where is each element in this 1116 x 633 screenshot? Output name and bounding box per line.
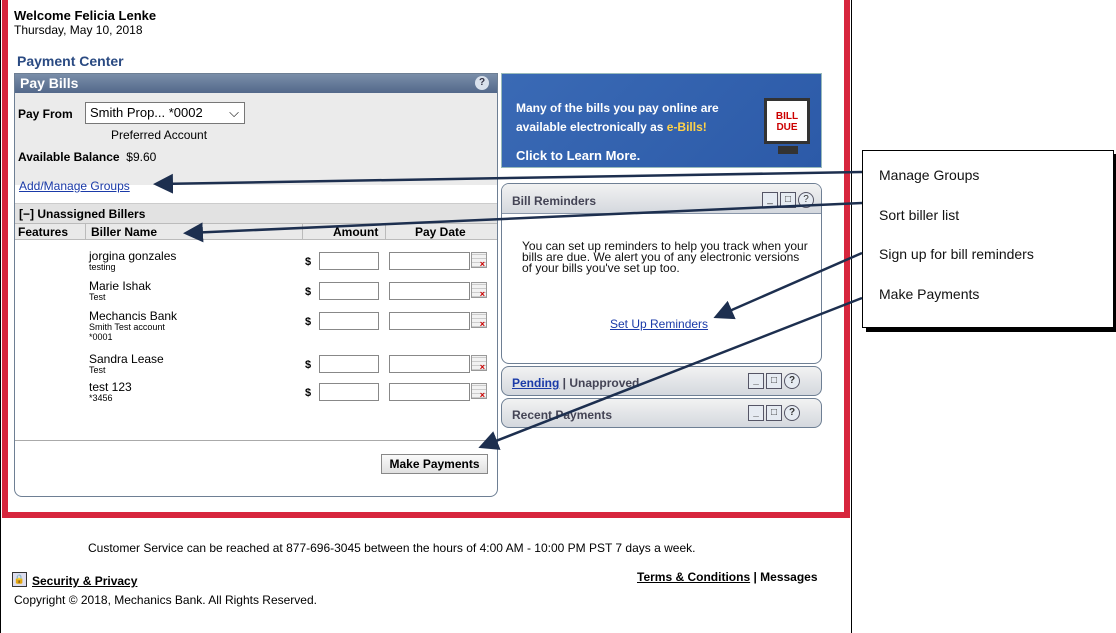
- pending-separator: |: [559, 376, 570, 390]
- divider: [15, 440, 497, 441]
- available-balance: Available Balance $9.60: [18, 150, 156, 164]
- unapproved-tab[interactable]: Unapproved: [569, 376, 639, 390]
- available-balance-label: Available Balance: [18, 150, 120, 164]
- preferred-account-label: Preferred Account: [111, 128, 208, 142]
- ebill-line2: available electronically as: [516, 120, 667, 134]
- lock-icon: 🔒: [12, 572, 27, 587]
- col-pay-date[interactable]: Pay Date: [415, 225, 466, 239]
- table-row: Mechancis Bank Smith Test account *0001 …: [15, 310, 497, 354]
- pay-date-input[interactable]: [389, 282, 470, 300]
- pay-from-value: Smith Prop... *0002: [90, 105, 203, 120]
- calendar-icon[interactable]: [471, 312, 487, 329]
- calendar-icon[interactable]: [471, 355, 487, 372]
- annotation-sort-biller: Sort biller list: [879, 207, 960, 223]
- biller-table-header: Features Biller Name Amount Pay Date: [15, 223, 497, 240]
- copyright: Copyright © 2018, Mechanics Bank. All Ri…: [14, 593, 317, 607]
- biller-note: Test: [89, 292, 106, 302]
- amount-input[interactable]: [319, 252, 379, 270]
- pay-from-section: Pay From Smith Prop... *0002 ⌵ Preferred…: [15, 93, 497, 185]
- help-icon[interactable]: ?: [798, 192, 814, 208]
- pay-date-input[interactable]: [389, 252, 470, 270]
- pay-from-select[interactable]: Smith Prop... *0002 ⌵: [85, 102, 245, 124]
- minimize-icon[interactable]: _: [748, 405, 764, 421]
- currency-symbol: $: [305, 359, 312, 371]
- set-up-reminders-link[interactable]: Set Up Reminders: [610, 317, 708, 331]
- page-title: Payment Center: [17, 53, 124, 69]
- table-row: jorgina gonzales testing $: [15, 250, 497, 282]
- calendar-icon[interactable]: [471, 252, 487, 269]
- help-icon[interactable]: ?: [475, 76, 489, 90]
- messages-link[interactable]: | Messages: [750, 570, 817, 584]
- customer-service-text: Customer Service can be reached at 877-6…: [88, 541, 696, 555]
- annotation-box: Manage Groups Sort biller list Sign up f…: [862, 150, 1114, 328]
- pending-panel: Pending | Unapproved _ □ ?: [501, 366, 822, 396]
- bill-reminders-title: Bill Reminders: [512, 194, 597, 208]
- pay-bills-title: Pay Bills: [20, 75, 79, 91]
- annotation-make-payments: Make Payments: [879, 286, 980, 302]
- pay-from-label: Pay From: [18, 107, 73, 121]
- pending-link[interactable]: Pending: [512, 376, 559, 390]
- chevron-down-icon: ⌵: [229, 105, 239, 120]
- maximize-icon[interactable]: □: [766, 405, 782, 421]
- maximize-icon[interactable]: □: [780, 192, 796, 208]
- recent-payments-panel: Recent Payments _ □ ?: [501, 398, 822, 428]
- currency-symbol: $: [305, 316, 312, 328]
- biller-note: *3456: [89, 393, 113, 403]
- unassigned-billers-toggle[interactable]: [−] Unassigned Billers: [15, 203, 497, 223]
- currency-symbol: $: [305, 286, 312, 298]
- calendar-icon[interactable]: [471, 282, 487, 299]
- bill-reminders-panel: Bill Reminders _ □ ? You can set up remi…: [501, 183, 822, 364]
- annotation-reminders: Sign up for bill reminders: [879, 246, 1034, 262]
- ebill-line1: Many of the bills you pay online are: [516, 101, 719, 115]
- ebill-banner[interactable]: Many of the bills you pay online are ava…: [501, 73, 822, 168]
- help-icon[interactable]: ?: [784, 373, 800, 389]
- pay-date-input[interactable]: [389, 383, 470, 401]
- ebill-highlight: e-Bills!: [666, 120, 707, 134]
- annotation-manage-groups: Manage Groups: [879, 167, 980, 183]
- pay-date-input[interactable]: [389, 355, 470, 373]
- minimize-icon[interactable]: _: [762, 192, 778, 208]
- pay-date-input[interactable]: [389, 312, 470, 330]
- terms-conditions-link[interactable]: Terms & Conditions: [637, 570, 750, 584]
- biller-account: *0001: [89, 332, 113, 342]
- pay-bills-header: Pay Bills ?: [15, 74, 497, 93]
- col-features: Features: [18, 225, 69, 239]
- make-payments-button[interactable]: Make Payments: [381, 454, 488, 474]
- welcome-text: Welcome Felicia Lenke: [14, 8, 157, 23]
- maximize-icon[interactable]: □: [766, 373, 782, 389]
- reminders-description: You can set up reminders to help you tra…: [522, 239, 808, 275]
- recent-payments-title: Recent Payments: [512, 408, 613, 422]
- minimize-icon[interactable]: _: [748, 373, 764, 389]
- currency-symbol: $: [305, 256, 312, 268]
- calendar-icon[interactable]: [471, 383, 487, 400]
- biller-note: Smith Test account: [89, 322, 165, 332]
- col-biller-name[interactable]: Biller Name: [91, 225, 157, 239]
- col-amount[interactable]: Amount: [333, 225, 378, 239]
- amount-input[interactable]: [319, 383, 379, 401]
- biller-note: testing: [89, 262, 116, 272]
- security-privacy-link[interactable]: Security & Privacy: [32, 574, 137, 588]
- footer-links: Terms & Conditions | Messages: [637, 570, 818, 584]
- bill-due-monitor-icon: BILL DUE: [764, 98, 810, 144]
- table-row: test 123 *3456 $: [15, 381, 497, 413]
- bill-due-badge: BILL DUE: [775, 111, 799, 133]
- amount-input[interactable]: [319, 312, 379, 330]
- ebill-text: Many of the bills you pay online are ava…: [516, 99, 746, 137]
- table-row: Marie Ishak Test $: [15, 280, 497, 312]
- ebill-cta[interactable]: Click to Learn More.: [516, 148, 640, 163]
- amount-input[interactable]: [319, 282, 379, 300]
- monitor-stand: [778, 146, 798, 154]
- available-balance-value: $9.60: [126, 150, 157, 164]
- add-manage-groups-link[interactable]: Add/Manage Groups: [19, 179, 130, 193]
- help-icon[interactable]: ?: [784, 405, 800, 421]
- currency-symbol: $: [305, 387, 312, 399]
- amount-input[interactable]: [319, 355, 379, 373]
- pay-bills-panel: Pay Bills ? Pay From Smith Prop... *0002…: [14, 73, 498, 497]
- biller-note: Test: [89, 365, 106, 375]
- current-date: Thursday, May 10, 2018: [14, 23, 143, 37]
